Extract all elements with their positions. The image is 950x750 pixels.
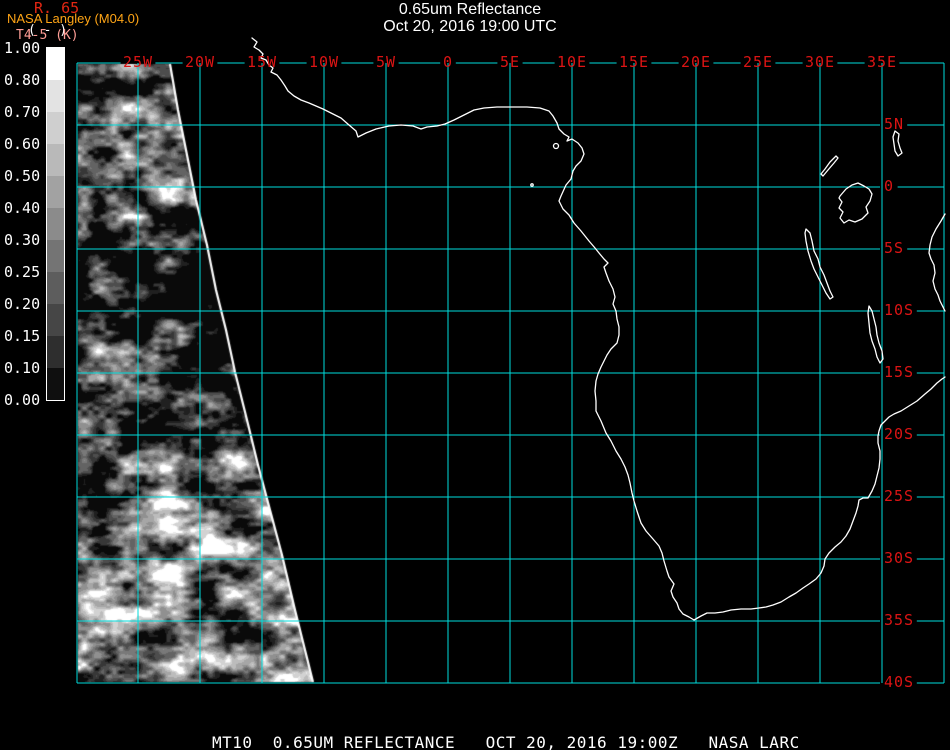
latitude-label: 10S: [884, 301, 915, 319]
reflectance-colorbar: [46, 47, 65, 401]
subtitle-line: Oct 20, 2016 19:00 UTC: [383, 18, 557, 35]
lake-victoria-outline: [838, 182, 873, 224]
longitude-label: 5W: [375, 53, 397, 71]
colorbar-segment: [47, 304, 64, 336]
colorbar-tick-label: 0.25: [4, 263, 41, 281]
colorbar-segment: [47, 80, 64, 112]
latitude-label: 5S: [884, 239, 905, 257]
footer-caption: MT10 0.65UM REFLECTANCE OCT 20, 2016 19:…: [212, 733, 800, 750]
lake-tanganyika-outline: [804, 228, 834, 300]
lake-malawi-outline: [867, 305, 884, 364]
longitude-label: 20W: [184, 53, 216, 71]
colorbar-tick-label: 0.10: [4, 359, 41, 377]
colorbar-segment: [47, 336, 64, 368]
colorbar-tick-label: 1.00: [4, 39, 41, 57]
longitude-label: 15W: [246, 53, 278, 71]
page-title: 0.65um Reflectance Oct 20, 2016 19:00 UT…: [270, 1, 670, 35]
longitude-label: 5E: [499, 53, 521, 71]
latitude-label: 5N: [884, 115, 905, 133]
east-coast-segment: [928, 213, 946, 312]
latitude-label: 30S: [884, 549, 915, 567]
longitude-label: 25E: [742, 53, 774, 71]
longitude-label: 30E: [804, 53, 836, 71]
longitude-label: 25W: [122, 53, 154, 71]
colorbar-tick-label: 0.40: [4, 199, 41, 217]
colorbar-segment: [47, 272, 64, 304]
colorbar-segment: [47, 112, 64, 144]
lake-turkana-outline: [892, 130, 903, 157]
colorbar-tick-label: 0.80: [4, 71, 41, 89]
longitude-label: 35E: [866, 53, 898, 71]
colorbar-segment: [47, 144, 64, 176]
colorbar-tick-label: 0.50: [4, 167, 41, 185]
colorbar-segment: [47, 208, 64, 240]
latitude-label: 20S: [884, 425, 915, 443]
colorbar-tick-label: 0.00: [4, 391, 41, 409]
longitude-label: 15E: [618, 53, 650, 71]
lake-albert-outline: [820, 155, 839, 177]
bioko-island: [552, 142, 560, 150]
latitude-label: 35S: [884, 611, 915, 629]
colorbar-tick-label: 0.30: [4, 231, 41, 249]
colorbar-segment: [47, 240, 64, 272]
satellite-image-viewer: 0.65um Reflectance Oct 20, 2016 19:00 UT…: [0, 0, 950, 750]
latlon-grid: [76, 62, 945, 684]
sao-tome-island: [530, 183, 534, 187]
colorbar-tick-label: 0.60: [4, 135, 41, 153]
longitude-label: 10E: [556, 53, 588, 71]
colorbar-segment: [47, 176, 64, 208]
colorbar-segment: [47, 48, 64, 80]
colorbar-tick-label: 0.70: [4, 103, 41, 121]
title-line: 0.65um Reflectance: [398, 1, 542, 18]
colorbar-tick-label: 0.15: [4, 327, 41, 345]
latitude-label: 40S: [884, 673, 915, 691]
latitude-label: 0: [884, 177, 895, 195]
latitude-label: 25S: [884, 487, 915, 505]
colorbar-segment: [47, 368, 64, 400]
longitude-label: 0: [442, 53, 454, 71]
longitude-label: 10W: [308, 53, 340, 71]
longitude-label: 20E: [680, 53, 712, 71]
latitude-label: 15S: [884, 363, 915, 381]
map-overlay: [76, 37, 946, 684]
colorbar-tick-label: 0.20: [4, 295, 41, 313]
source-label: NASA Langley (M04.0): [7, 11, 140, 26]
